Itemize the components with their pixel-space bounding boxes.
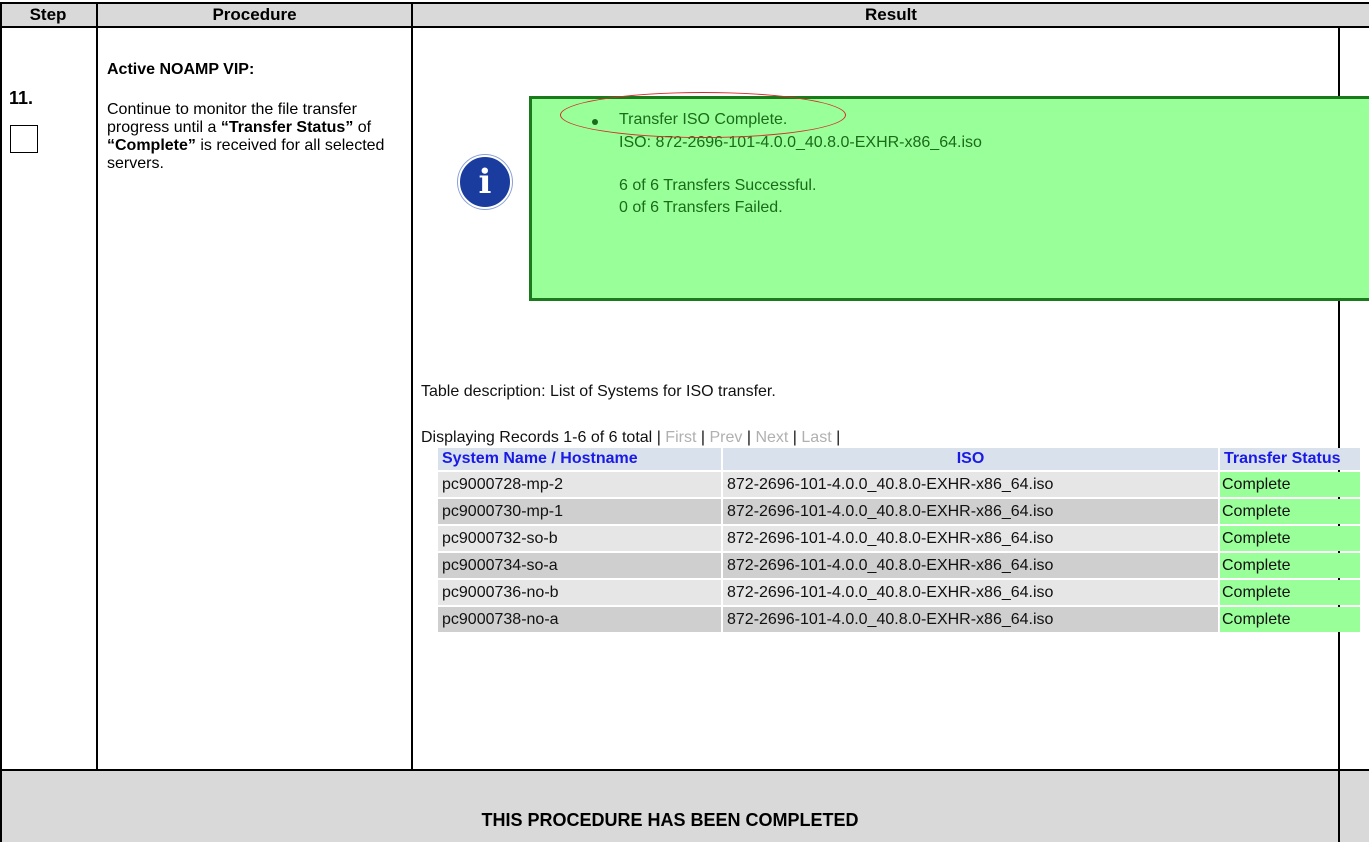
- procedure-footer-row: [0, 770, 1369, 842]
- step-checkbox[interactable]: [10, 125, 38, 153]
- hostname-cell: pc9000732-so-b: [438, 526, 721, 551]
- table-row[interactable]: pc9000728-mp-2 872-2696-101-4.0.0_40.8.0…: [438, 472, 1360, 497]
- procedure-heading: Active NOAMP VIP:: [107, 61, 255, 78]
- table-row[interactable]: pc9000738-no-a 872-2696-101-4.0.0_40.8.0…: [438, 607, 1360, 632]
- table-row[interactable]: pc9000734-so-a 872-2696-101-4.0.0_40.8.0…: [438, 553, 1360, 578]
- header-step: Step: [29, 5, 67, 24]
- table-row[interactable]: pc9000732-so-b 872-2696-101-4.0.0_40.8.0…: [438, 526, 1360, 551]
- column-transfer-status[interactable]: Transfer Status: [1220, 448, 1360, 470]
- status-successful: 6 of 6 Transfers Successful.: [619, 177, 817, 194]
- iso-table-header: System Name / Hostname ISO Transfer Stat…: [438, 448, 1360, 470]
- column-iso[interactable]: ISO: [723, 448, 1218, 470]
- pagination-bar: Displaying Records 1-6 of 6 total | Firs…: [421, 429, 841, 446]
- header-procedure: Procedure: [212, 5, 297, 24]
- grid-line-step: [96, 2, 98, 770]
- iso-transfer-table: System Name / Hostname ISO Transfer Stat…: [436, 446, 1362, 634]
- hostname-cell: pc9000734-so-a: [438, 553, 721, 578]
- procedure-complete-footer: THIS PROCEDURE HAS BEEN COMPLETED: [481, 810, 859, 830]
- status-failed: 0 of 6 Transfers Failed.: [619, 199, 783, 216]
- pagination-first[interactable]: First: [665, 429, 696, 446]
- grid-line-header: [0, 26, 1369, 28]
- grid-line-left: [0, 2, 2, 842]
- table-row[interactable]: pc9000736-no-b 872-2696-101-4.0.0_40.8.0…: [438, 580, 1360, 605]
- procedure-text: Continue to monitor the file transfer pr…: [107, 101, 407, 173]
- hostname-cell: pc9000728-mp-2: [438, 472, 721, 497]
- grid-line-procedure: [411, 2, 413, 770]
- transfer-status-cell: Complete: [1220, 580, 1360, 605]
- header-result: Result: [865, 5, 917, 24]
- procedure-cell: Active NOAMP VIP: Continue to monitor th…: [107, 61, 407, 173]
- step-number: 11.: [9, 88, 34, 108]
- pagination-next[interactable]: Next: [755, 429, 788, 446]
- transfer-status-cell: Complete: [1220, 553, 1360, 578]
- iso-cell: 872-2696-101-4.0.0_40.8.0-EXHR-x86_64.is…: [723, 499, 1218, 524]
- hostname-cell: pc9000738-no-a: [438, 607, 721, 632]
- transfer-status-cell: Complete: [1220, 526, 1360, 551]
- table-description: Table description: List of Systems for I…: [421, 383, 776, 400]
- info-icon: i: [458, 155, 512, 209]
- pagination-last[interactable]: Last: [801, 429, 831, 446]
- transfer-status-cell: Complete: [1220, 607, 1360, 632]
- transfer-status-cell: Complete: [1220, 472, 1360, 497]
- records-count: Displaying Records 1-6 of 6 total: [421, 429, 653, 446]
- iso-cell: 872-2696-101-4.0.0_40.8.0-EXHR-x86_64.is…: [723, 553, 1218, 578]
- iso-cell: 872-2696-101-4.0.0_40.8.0-EXHR-x86_64.is…: [723, 580, 1218, 605]
- table-row[interactable]: pc9000730-mp-1 872-2696-101-4.0.0_40.8.0…: [438, 499, 1360, 524]
- hostname-cell: pc9000730-mp-1: [438, 499, 721, 524]
- procedure-text-2: of: [353, 119, 372, 136]
- pagination-prev[interactable]: Prev: [709, 429, 742, 446]
- column-system-name[interactable]: System Name / Hostname: [438, 448, 721, 470]
- procedure-transfer-status: “Transfer Status”: [220, 119, 354, 136]
- iso-cell: 872-2696-101-4.0.0_40.8.0-EXHR-x86_64.is…: [723, 607, 1218, 632]
- iso-cell: 872-2696-101-4.0.0_40.8.0-EXHR-x86_64.is…: [723, 526, 1218, 551]
- highlight-ellipse: [560, 92, 846, 138]
- hostname-cell: pc9000736-no-b: [438, 580, 721, 605]
- grid-line-footer: [0, 769, 1369, 771]
- procedure-complete: “Complete”: [107, 137, 196, 154]
- transfer-status-cell: Complete: [1220, 499, 1360, 524]
- iso-cell: 872-2696-101-4.0.0_40.8.0-EXHR-x86_64.is…: [723, 472, 1218, 497]
